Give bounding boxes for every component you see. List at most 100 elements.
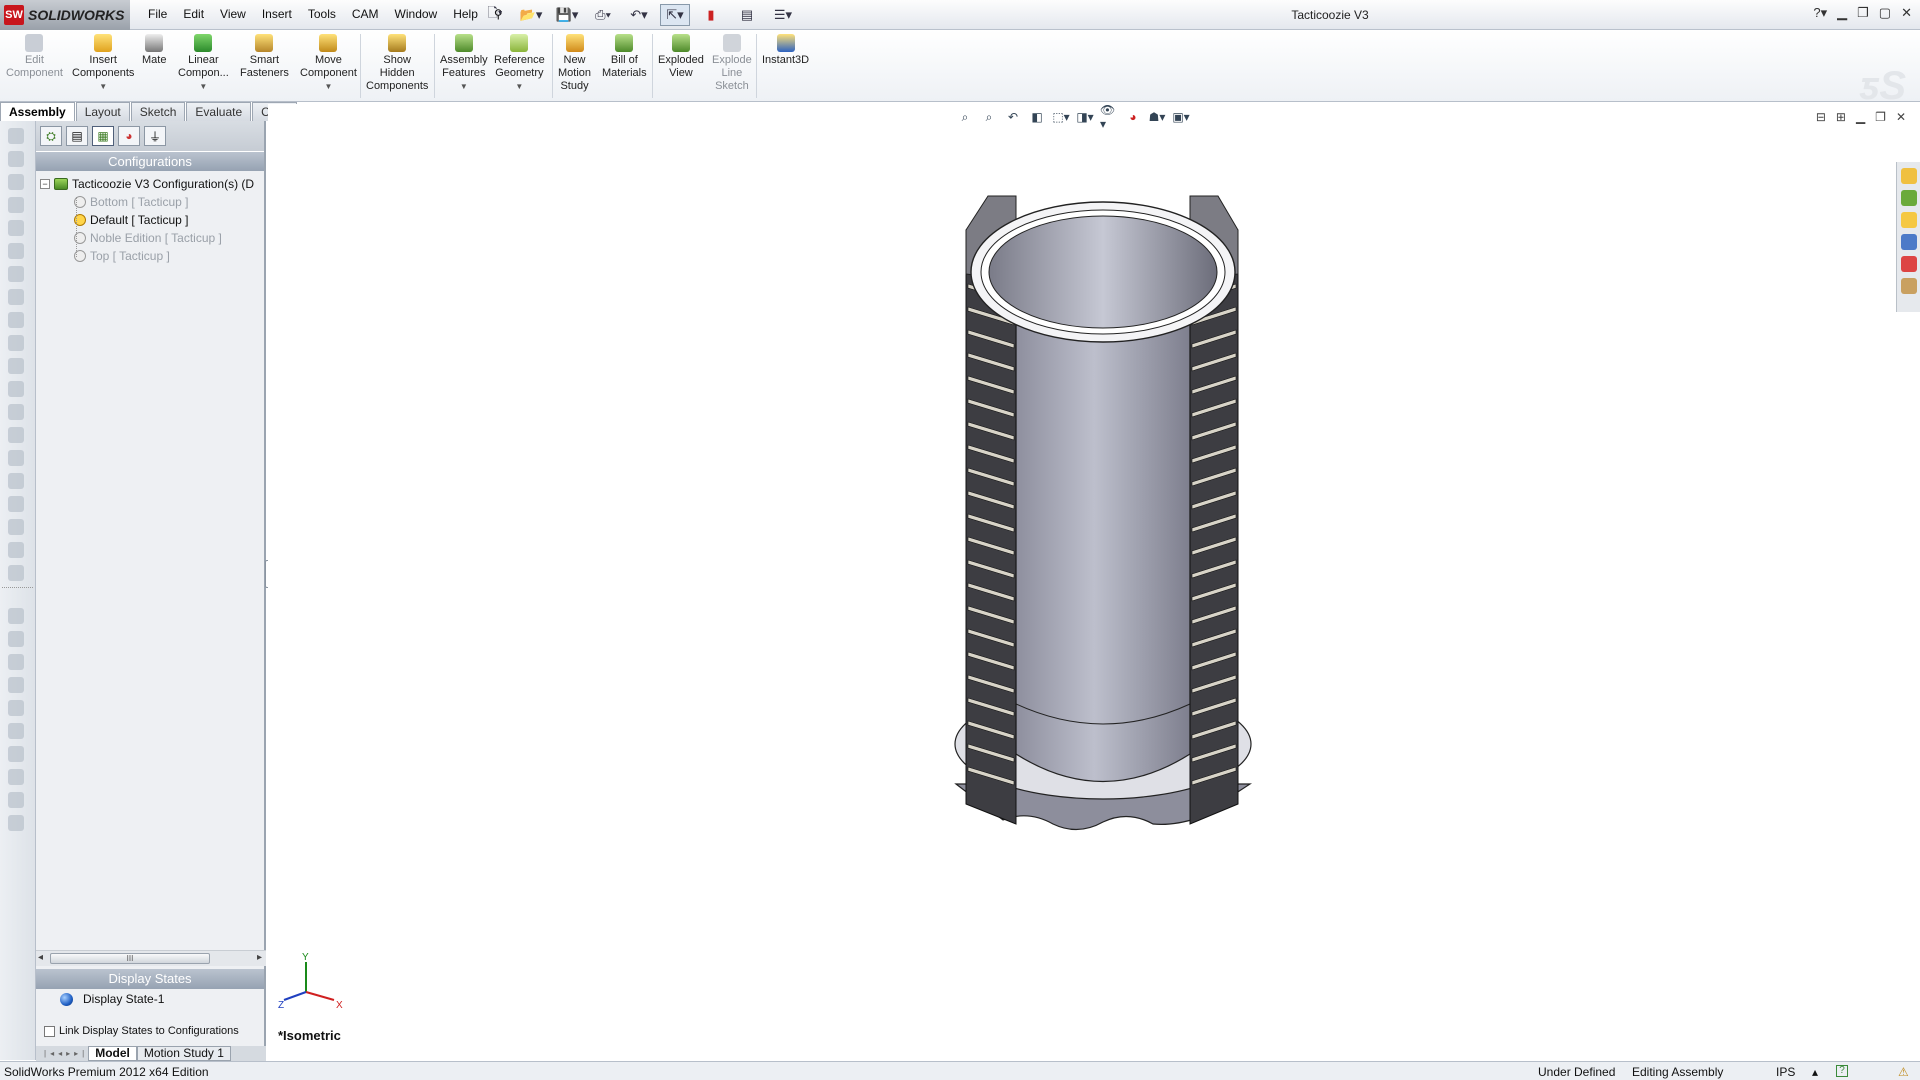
- display-manager-tab-icon[interactable]: ⏚: [144, 126, 166, 146]
- restore-icon[interactable]: ❐: [1857, 5, 1869, 21]
- open-folder-icon[interactable]: 📂▾: [516, 4, 546, 26]
- edit-component-button[interactable]: Edit Component: [6, 34, 63, 80]
- tool-icon[interactable]: [8, 608, 24, 624]
- zoom-to-area-icon[interactable]: ⌕: [980, 108, 998, 126]
- appearances-icon[interactable]: [1901, 256, 1917, 272]
- menu-edit[interactable]: Edit: [175, 6, 212, 22]
- units-chevron-icon[interactable]: ▴: [1812, 1065, 1818, 1079]
- section-view-icon[interactable]: ◧: [1028, 108, 1046, 126]
- viewport-minimize-icon[interactable]: ▁: [1856, 110, 1865, 124]
- select-pointer-icon[interactable]: ⇱▾: [660, 4, 690, 26]
- tab-scroll-icons[interactable]: |◂◂▸▸|: [44, 1049, 88, 1058]
- scroll-right-icon[interactable]: ▸: [257, 952, 262, 963]
- configuration-manager-tab-icon[interactable]: ▦: [92, 126, 114, 146]
- tool-icon[interactable]: [8, 243, 24, 259]
- exploded-view-button[interactable]: Exploded View: [658, 34, 704, 80]
- linear-component-pattern-button[interactable]: Linear Compon... ▼: [178, 34, 229, 93]
- design-library-icon[interactable]: [1901, 190, 1917, 206]
- tool-icon[interactable]: [8, 700, 24, 716]
- tool-icon[interactable]: [8, 519, 24, 535]
- feature-manager-tab-icon[interactable]: ⛭: [40, 126, 62, 146]
- graphics-area[interactable]: [268, 104, 1920, 1046]
- display-style-icon[interactable]: ◨▾: [1076, 108, 1094, 126]
- tab-sketch[interactable]: Sketch: [130, 102, 186, 121]
- assembly-features-button[interactable]: Assembly Features ▼: [440, 34, 488, 93]
- tab-motion-study[interactable]: Motion Study 1: [136, 1046, 231, 1061]
- help-icon[interactable]: ?▾: [1813, 5, 1827, 21]
- panel-horizontal-scrollbar[interactable]: ◂ III ▸: [36, 950, 266, 966]
- tool-icon[interactable]: [8, 128, 24, 144]
- tree-root[interactable]: − Tacticoozie V3 Configuration(s) (D: [40, 175, 264, 193]
- menu-insert[interactable]: Insert: [254, 6, 300, 22]
- tab-layout[interactable]: Layout: [75, 102, 130, 121]
- tool-icon[interactable]: [8, 197, 24, 213]
- help-status-icon[interactable]: ?: [1836, 1065, 1848, 1077]
- chevron-down-icon[interactable]: ▼: [99, 80, 107, 93]
- tool-icon[interactable]: [8, 381, 24, 397]
- rebuild-icon[interactable]: ▮: [696, 4, 726, 26]
- new-motion-study-button[interactable]: New Motion Study: [558, 34, 591, 93]
- previous-view-icon[interactable]: ↶: [1004, 108, 1022, 126]
- display-state-item[interactable]: Display State-1: [60, 992, 164, 1006]
- tool-icon[interactable]: [8, 654, 24, 670]
- menu-window[interactable]: Window: [387, 6, 446, 22]
- view-settings-icon[interactable]: ▣▾: [1172, 108, 1190, 126]
- tab-assembly[interactable]: Assembly: [0, 102, 75, 121]
- chevron-down-icon[interactable]: ▼: [324, 80, 332, 93]
- view-orientation-icon[interactable]: ⬚▾: [1052, 108, 1070, 126]
- tool-icon[interactable]: [8, 473, 24, 489]
- tool-icon[interactable]: [8, 358, 24, 374]
- close-icon[interactable]: ✕: [1901, 5, 1912, 21]
- solidworks-resources-icon[interactable]: [1901, 168, 1917, 184]
- chevron-down-icon[interactable]: ▼: [199, 80, 207, 93]
- scroll-left-icon[interactable]: ◂: [38, 952, 43, 963]
- tool-icon[interactable]: [8, 723, 24, 739]
- tool-icon[interactable]: [8, 746, 24, 762]
- collapse-icon[interactable]: −: [40, 179, 50, 189]
- edit-appearance-icon[interactable]: ◕: [1124, 108, 1142, 126]
- rebuild-status-icon[interactable]: ⚠: [1898, 1065, 1909, 1079]
- menu-cam[interactable]: CAM: [344, 6, 387, 22]
- dimxpert-tab-icon[interactable]: ◕: [118, 126, 140, 146]
- tool-icon[interactable]: [8, 565, 24, 581]
- zoom-to-fit-icon[interactable]: ⌕: [956, 108, 974, 126]
- tool-icon[interactable]: [8, 151, 24, 167]
- tacticoozie-part[interactable]: [954, 195, 1253, 831]
- maximize-icon[interactable]: ▢: [1879, 5, 1891, 21]
- tool-icon[interactable]: [8, 174, 24, 190]
- tab-evaluate[interactable]: Evaluate: [186, 102, 252, 121]
- tool-icon[interactable]: [8, 427, 24, 443]
- show-hidden-components-button[interactable]: Show Hidden Components: [366, 34, 428, 93]
- units-selector[interactable]: IPS: [1776, 1065, 1795, 1079]
- chevron-down-icon[interactable]: ▼: [515, 80, 523, 93]
- tool-icon[interactable]: [8, 220, 24, 236]
- hide-show-items-icon[interactable]: 👁▾: [1100, 103, 1118, 131]
- solidworks-logo[interactable]: SW SOLIDWORKS: [0, 0, 130, 30]
- options-icon[interactable]: ☰▾: [768, 4, 798, 26]
- tool-icon[interactable]: [8, 404, 24, 420]
- configuration-item-active[interactable]: Default [ Tacticup ]: [40, 211, 264, 229]
- viewport-close-icon[interactable]: ✕: [1896, 110, 1906, 124]
- viewport-restore-icon[interactable]: ❐: [1875, 110, 1886, 124]
- insert-components-button[interactable]: Insert Components ▼: [72, 34, 134, 93]
- bill-of-materials-button[interactable]: Bill of Materials: [602, 34, 647, 80]
- scroll-thumb[interactable]: III: [50, 953, 210, 964]
- tool-icon[interactable]: [8, 792, 24, 808]
- custom-properties-icon[interactable]: [1901, 278, 1917, 294]
- new-document-icon[interactable]: 🗋▾: [480, 4, 510, 26]
- tool-icon[interactable]: [8, 266, 24, 282]
- configuration-item[interactable]: Noble Edition [ Tacticup ]: [40, 229, 264, 247]
- checkbox[interactable]: [44, 1025, 55, 1037]
- tool-icon[interactable]: [8, 312, 24, 328]
- view-palette-icon[interactable]: [1901, 234, 1917, 250]
- configuration-item[interactable]: Bottom [ Tacticup ]: [40, 193, 264, 211]
- save-icon[interactable]: 💾▾: [552, 4, 582, 26]
- tool-icon[interactable]: [8, 631, 24, 647]
- mate-button[interactable]: Mate: [142, 34, 166, 67]
- tool-icon[interactable]: [8, 289, 24, 305]
- menu-file[interactable]: File: [140, 6, 175, 22]
- link-display-states-checkbox[interactable]: Link Display States to Configurations: [44, 1025, 239, 1037]
- undo-icon[interactable]: ↶▾: [624, 4, 654, 26]
- chevron-down-icon[interactable]: ▼: [460, 80, 468, 93]
- split-vertical-icon[interactable]: ⊞: [1836, 110, 1846, 124]
